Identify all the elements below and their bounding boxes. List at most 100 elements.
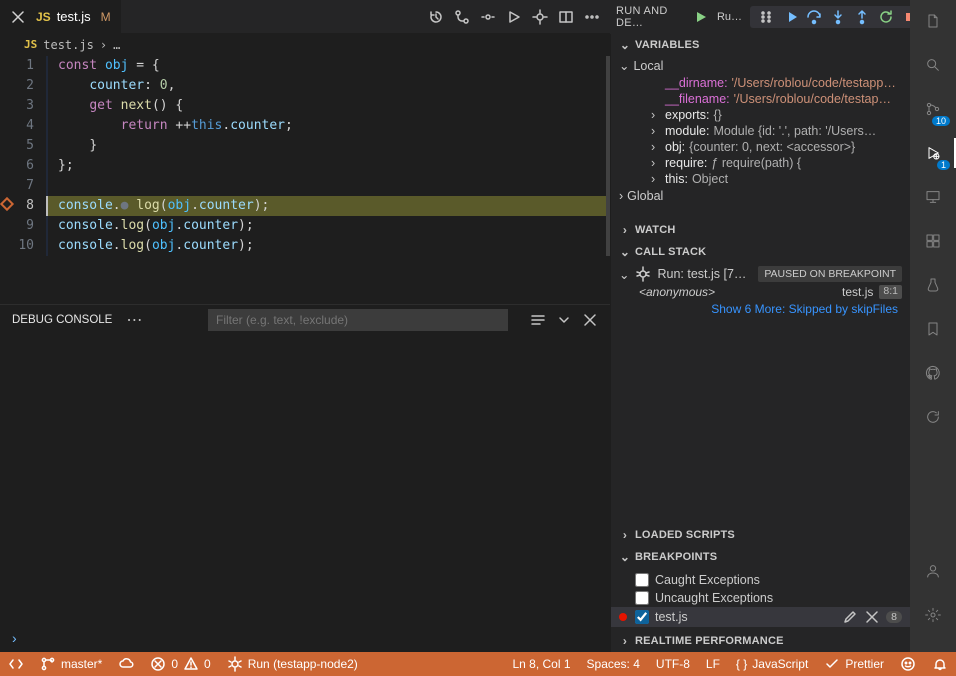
code-line[interactable]: 5 }: [14, 136, 610, 156]
compare-icon[interactable]: [454, 9, 470, 25]
code-line[interactable]: 10console.log(obj.counter);: [14, 236, 610, 256]
variable-name: this:: [665, 172, 688, 186]
scope-global[interactable]: › Global: [619, 187, 902, 205]
indent-status[interactable]: Spaces: 4: [579, 652, 648, 676]
loaded-scripts-section[interactable]: › LOADED SCRIPTS: [611, 524, 910, 546]
panel-tab-debug-console[interactable]: DEBUG CONSOLE: [12, 314, 112, 326]
bookmark-icon[interactable]: [920, 316, 946, 342]
panel-overflow-icon[interactable]: ⋯: [126, 310, 142, 330]
callstack-label: CALL STACK: [635, 246, 706, 258]
debug-console-prompt[interactable]: ›: [12, 630, 17, 646]
run-and-debug-icon[interactable]: 1: [920, 140, 946, 166]
breadcrumb[interactable]: JS test.js › …: [14, 34, 610, 56]
run-config-label[interactable]: Ru…: [717, 11, 742, 23]
explorer-icon[interactable]: [920, 8, 946, 34]
code-line[interactable]: 2 counter: 0,: [14, 76, 610, 96]
variable-row[interactable]: ›exports: {}: [619, 107, 902, 123]
code-line[interactable]: 7: [14, 176, 610, 196]
start-debug-icon[interactable]: [693, 9, 709, 25]
eol-status[interactable]: LF: [698, 652, 728, 676]
remote-explorer-icon[interactable]: [920, 184, 946, 210]
debug-console-filter[interactable]: [208, 309, 508, 331]
variable-value: ƒ require(path) {: [711, 156, 801, 170]
chevron-right-icon: ›: [619, 634, 631, 648]
debug-console-body[interactable]: ›: [0, 335, 610, 652]
callstack-thread[interactable]: ⌄ Run: test.js [7… PAUSED ON BREAKPOINT: [619, 266, 902, 282]
breakpoint-uncaught-exceptions[interactable]: Uncaught Exceptions: [619, 589, 902, 607]
breakpoint-caught-exceptions[interactable]: Caught Exceptions: [619, 571, 902, 589]
language-status[interactable]: { }JavaScript: [728, 652, 816, 676]
problems[interactable]: 0 0: [142, 652, 218, 676]
breakpoint-file-testjs[interactable]: test.js 8: [611, 607, 910, 627]
step-out-icon[interactable]: [854, 9, 870, 25]
variable-row[interactable]: ›obj: {counter: 0, next: <accessor>}: [619, 139, 902, 155]
code-line[interactable]: 8console.● log(obj.counter);: [14, 196, 610, 216]
chevron-down-icon[interactable]: [556, 312, 572, 328]
variable-row[interactable]: __dirname: '/Users/roblou/code/testapp…: [619, 75, 902, 91]
cloud-sync[interactable]: [110, 652, 142, 676]
code-line[interactable]: 6};: [14, 156, 610, 176]
remote-indicator[interactable]: [0, 652, 32, 676]
more-icon[interactable]: [584, 9, 600, 25]
callstack-section[interactable]: ⌄ CALL STACK: [611, 241, 910, 263]
variable-row[interactable]: ›require: ƒ require(path) {: [619, 155, 902, 171]
encoding-status[interactable]: UTF-8: [648, 652, 698, 676]
code-line[interactable]: 3 get next() {: [14, 96, 610, 116]
accounts-icon[interactable]: [920, 558, 946, 584]
testing-icon[interactable]: [920, 272, 946, 298]
search-icon[interactable]: [920, 52, 946, 78]
git-branch[interactable]: master*: [32, 652, 110, 676]
code-line[interactable]: 9console.log(obj.counter);: [14, 216, 610, 236]
extensions-icon[interactable]: [920, 228, 946, 254]
branch-name: master*: [61, 657, 102, 671]
variable-row[interactable]: __filename: '/Users/roblou/code/testap…: [619, 91, 902, 107]
checkbox[interactable]: [635, 610, 649, 624]
edit-icon[interactable]: [842, 609, 858, 625]
step-into-icon[interactable]: [830, 9, 846, 25]
checkbox[interactable]: [635, 591, 649, 605]
code-line[interactable]: 1const obj = {: [14, 56, 610, 76]
variable-row[interactable]: ›module: Module {id: '.', path: '/Users…: [619, 123, 902, 139]
variables-section[interactable]: ⌄ VARIABLES: [611, 34, 910, 56]
callstack-frame[interactable]: <anonymous> test.js 8:1: [619, 282, 902, 300]
breakpoints-section[interactable]: ⌄ BREAKPOINTS: [611, 546, 910, 568]
chevron-down-icon: ⌄: [619, 245, 631, 259]
scope-local[interactable]: ⌄ Local: [619, 56, 902, 75]
prettier-status[interactable]: Prettier: [816, 652, 892, 676]
continue-icon[interactable]: [782, 9, 798, 25]
cursor-position[interactable]: Ln 8, Col 1: [504, 652, 578, 676]
source-control-icon[interactable]: 10: [920, 96, 946, 122]
editor-tab-testjs[interactable]: JS test.js M: [0, 0, 121, 33]
feedback-icon[interactable]: [892, 652, 924, 676]
checkbox[interactable]: [635, 573, 649, 587]
close-icon[interactable]: [10, 9, 26, 25]
frame-file: test.js: [842, 285, 873, 299]
notifications-icon[interactable]: [924, 652, 956, 676]
step-over-icon[interactable]: [806, 9, 822, 25]
code-line[interactable]: 4 return ++this.counter;: [14, 116, 610, 136]
watch-section[interactable]: › WATCH: [611, 219, 910, 241]
debug-file-icon[interactable]: [532, 9, 548, 25]
chevron-right-icon: ›: [651, 156, 661, 170]
variable-row[interactable]: ›this: Object: [619, 171, 902, 187]
settings-gear-icon[interactable]: [920, 602, 946, 628]
history-icon[interactable]: [428, 9, 444, 25]
word-wrap-icon[interactable]: [530, 312, 546, 328]
scope-global-label: Global: [627, 189, 663, 203]
run-file-icon[interactable]: [506, 9, 522, 25]
debug-badge: 1: [937, 160, 950, 170]
drag-handle-icon[interactable]: [758, 9, 774, 25]
split-editor-icon[interactable]: [558, 9, 574, 25]
close-panel-icon[interactable]: [582, 312, 598, 328]
github-icon[interactable]: [920, 360, 946, 386]
restart-icon[interactable]: [878, 9, 894, 25]
breakpoint-marker[interactable]: [0, 197, 14, 211]
show-more-frames-link[interactable]: Show 6 More: Skipped by skipFiles: [619, 300, 902, 318]
revert-icon[interactable]: [480, 9, 496, 25]
close-icon[interactable]: [864, 609, 880, 625]
code-editor[interactable]: JS test.js › … 1const obj = {2 counter: …: [14, 34, 610, 304]
chevron-right-icon: ›: [619, 528, 631, 542]
debug-status[interactable]: Run (testapp-node2): [219, 652, 366, 676]
sync-icon[interactable]: [920, 404, 946, 430]
realtime-performance-section[interactable]: › REALTIME PERFORMANCE: [611, 630, 910, 652]
